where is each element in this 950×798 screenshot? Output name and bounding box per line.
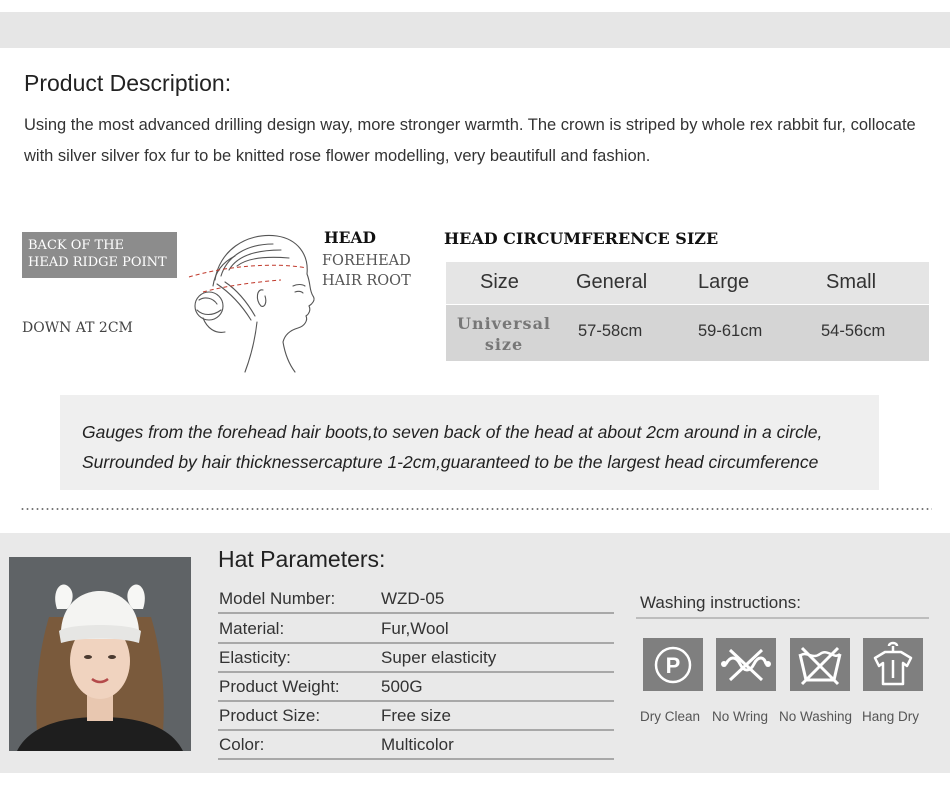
dry-clean-icon: P <box>642 637 704 692</box>
param-key: Material: <box>219 619 285 638</box>
gauge-note-box: Gauges from the forehead hair boots,to s… <box>60 395 879 490</box>
dry-clean-glyph: P <box>666 653 681 678</box>
param-key: Model Number: <box>219 589 336 608</box>
hang-dry-icon <box>862 637 924 692</box>
param-value: Super elasticity <box>381 648 497 667</box>
back-of-head-label: BACK OF THE HEAD RIDGE POINT <box>22 232 177 278</box>
param-value: Fur,Wool <box>381 619 449 638</box>
dry-clean-label: Dry Clean <box>640 709 701 724</box>
washing-title: Washing instructions: <box>640 593 801 612</box>
washing-divider <box>636 617 929 619</box>
forehead-line1: FOREHEAD <box>322 253 411 269</box>
back-label-line1: BACK OF THE <box>28 238 125 253</box>
head-measurement-illustration <box>188 234 315 373</box>
gauge-note-text: Gauges from the forehead hair boots,to s… <box>82 417 872 477</box>
param-row-material: Material: Fur,Wool <box>218 615 614 644</box>
size-table-row: Universal size 57-58cm 59-61cm 54-56cm <box>446 305 929 361</box>
universal-line1: Universal <box>456 314 552 333</box>
hang-dry-label: Hang Dry <box>862 709 920 724</box>
no-washing-label: No Washing <box>779 709 853 724</box>
size-header-large: Large <box>698 271 750 293</box>
param-key: Product Size: <box>219 706 321 725</box>
size-table: Size General Large Small Universal size … <box>446 262 929 361</box>
param-row-size: Product Size: Free size <box>218 702 614 731</box>
param-key: Elasticity: <box>219 648 291 667</box>
head-circumference-title: HEAD CIRCUMFERENCE SIZE <box>444 229 719 248</box>
size-header-general: General <box>576 271 648 293</box>
size-header-small: Small <box>826 271 877 293</box>
parameters-title: Hat Parameters: <box>218 546 386 572</box>
description-text: Using the most advanced drilling design … <box>24 116 916 165</box>
back-label-line2: HEAD RIDGE POINT <box>28 255 167 270</box>
size-value-large: 59-61cm <box>698 322 763 340</box>
param-row-color: Color: Multicolor <box>218 731 614 760</box>
param-value: 500G <box>381 677 423 696</box>
param-value: WZD-05 <box>381 589 445 608</box>
param-row-model: Model Number: WZD-05 <box>218 585 614 614</box>
top-band <box>0 12 950 48</box>
universal-line2: size <box>484 335 524 354</box>
param-key: Product Weight: <box>219 677 340 696</box>
param-row-weight: Product Weight: 500G <box>218 673 614 702</box>
no-wring-icon <box>715 637 777 692</box>
forehead-hair-root-label: FOREHEAD HAIR ROOT <box>322 251 411 291</box>
dotted-divider <box>20 508 932 510</box>
size-header-size: Size <box>480 271 519 293</box>
no-wring-label: No Wring <box>712 709 769 724</box>
universal-size-label: Universal size <box>446 313 562 355</box>
head-label: HEAD <box>324 228 376 247</box>
size-table-header: Size General Large Small <box>446 262 929 304</box>
size-value-general: 57-58cm <box>578 322 643 340</box>
no-washing-icon <box>789 637 851 692</box>
product-photo <box>9 557 191 751</box>
param-key: Color: <box>219 735 265 754</box>
param-value: Free size <box>381 706 451 725</box>
forehead-line2: HAIR ROOT <box>322 273 411 289</box>
gauge-line1: Gauges from the forehead hair boots,to s… <box>82 422 823 442</box>
description-title: Product Description: <box>24 70 232 96</box>
gauge-line2: Surrounded by hair thicknessercapture 1-… <box>82 452 819 472</box>
param-row-elasticity: Elasticity: Super elasticity <box>218 644 614 673</box>
down-at-label: DOWN AT 2CM <box>22 320 133 336</box>
size-value-small: 54-56cm <box>821 322 886 340</box>
param-value: Multicolor <box>381 735 454 754</box>
